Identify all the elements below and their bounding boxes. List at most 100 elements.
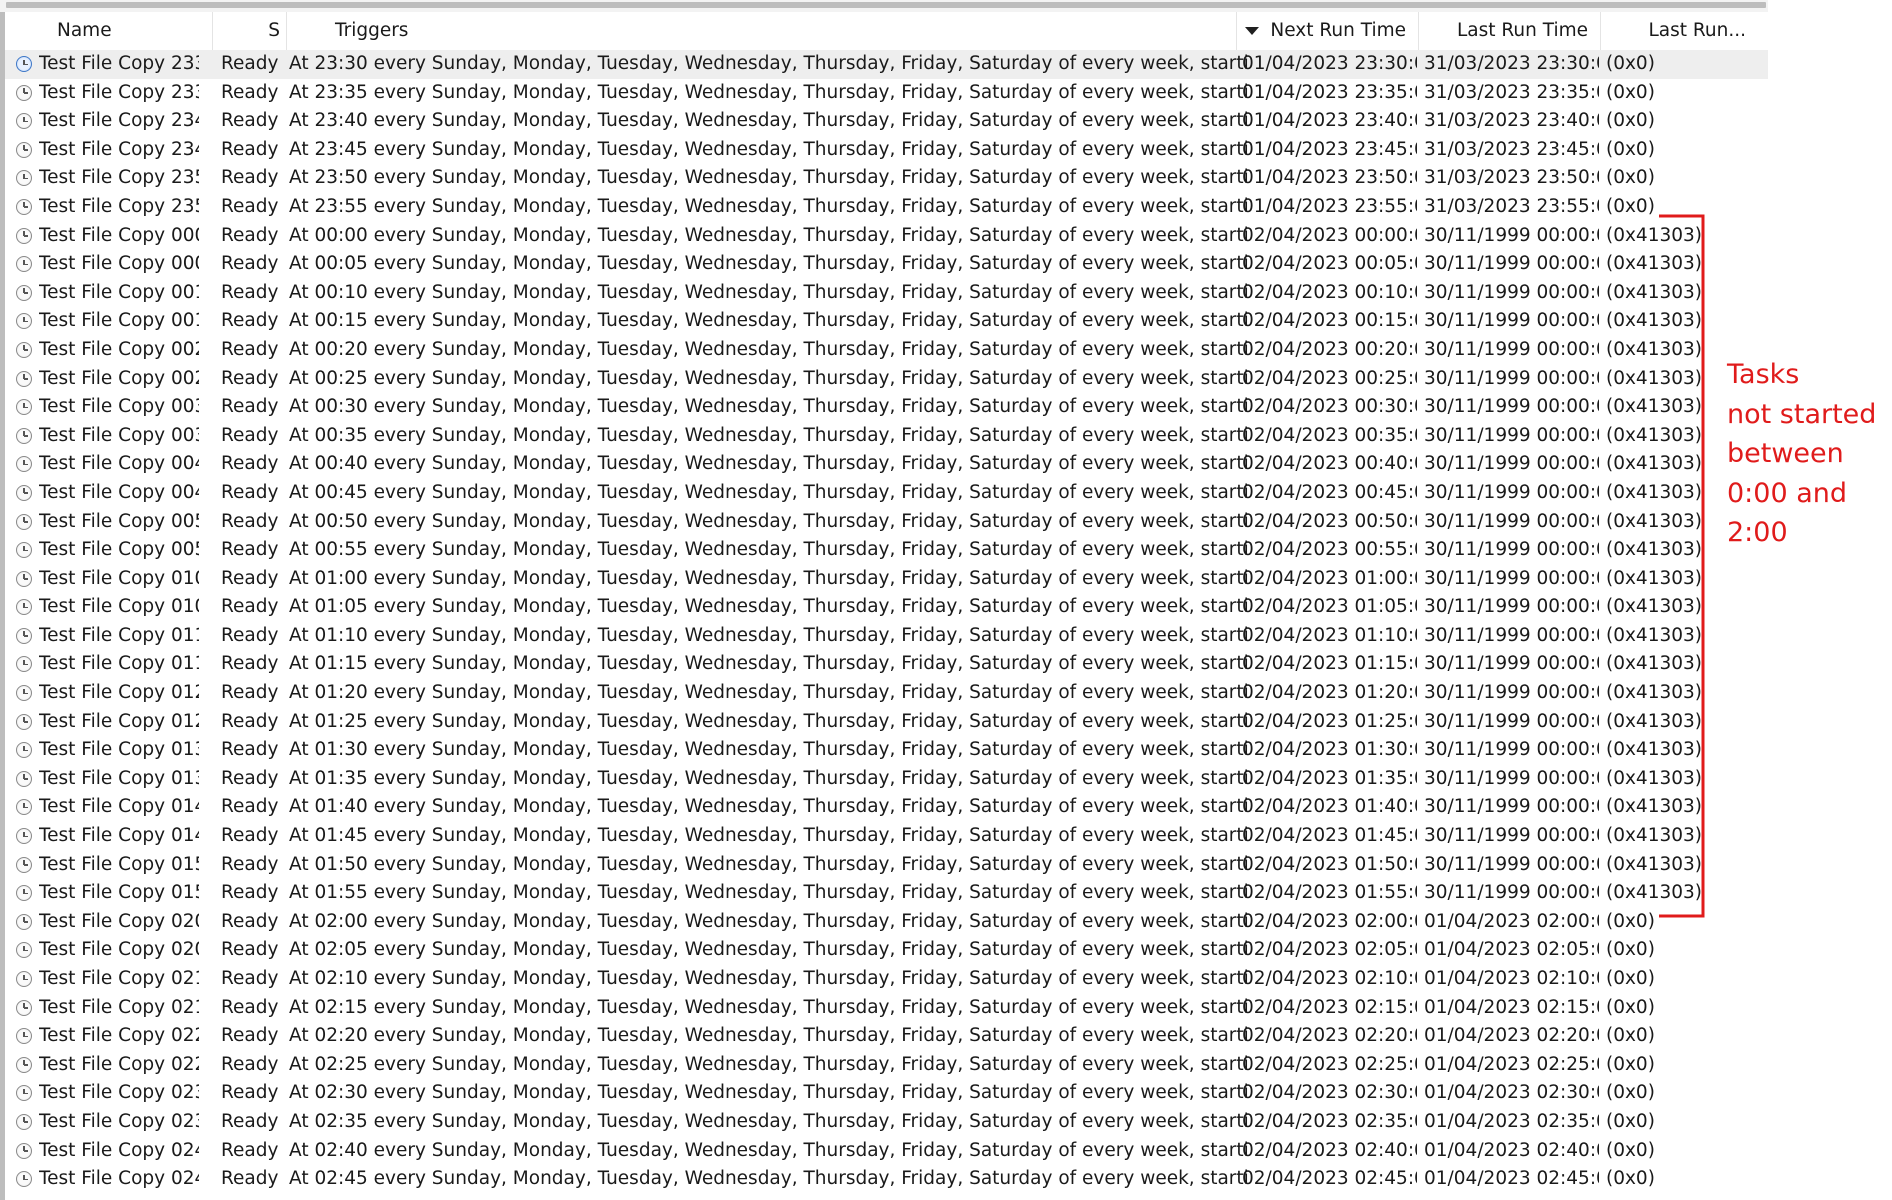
clock-icon (16, 141, 32, 158)
column-header-last-run-label: Last Run Time (1456, 20, 1588, 41)
task-next-run-time: 01/04/2023 23:30:00 (1242, 53, 1417, 74)
clock-icon (16, 227, 32, 244)
task-next-run-time: 02/04/2023 02:45:00 (1242, 1168, 1417, 1190)
task-name: Test File Copy 2340 (39, 110, 199, 132)
task-name: Test File Copy 2330 (39, 53, 199, 74)
table-row[interactable]: Test File Copy 0240 Ready At 02:40 every S… (5, 1137, 1768, 1166)
column-header-last-result-label: Last Run... (1648, 20, 1746, 41)
table-row[interactable]: Test File Copy 0155 Ready At 01:55 every S… (5, 879, 1768, 908)
table-row[interactable]: Test File Copy 0015 Ready At 00:15 every S… (5, 307, 1768, 336)
clock-icon (16, 1142, 32, 1159)
task-next-run-time: 01/04/2023 23:40:00 (1242, 110, 1417, 132)
task-name: Test File Copy 0030 (39, 396, 199, 418)
table-row[interactable]: Test File Copy 0020 Ready At 00:20 every S… (5, 336, 1768, 365)
table-row[interactable]: Test File Copy 0110 Ready At 01:10 every S… (5, 622, 1768, 651)
task-trigger: At 00:35 every Sunday, Monday, Tuesday, … (289, 424, 1249, 446)
task-status: Ready (221, 110, 279, 132)
table-row[interactable]: Test File Copy 0055 Ready At 00:55 every S… (5, 536, 1768, 565)
table-row[interactable]: Test File Copy 0125 Ready At 01:25 every S… (5, 708, 1768, 737)
task-trigger: At 00:15 every Sunday, Monday, Tuesday, … (289, 310, 1249, 332)
table-row[interactable]: Test File Copy 0130 Ready At 01:30 every S… (5, 736, 1768, 765)
task-name: Test File Copy 0240 (39, 1139, 199, 1161)
task-trigger: At 00:50 every Sunday, Monday, Tuesday, … (289, 510, 1249, 532)
table-row[interactable]: Test File Copy 0215 Ready At 02:15 every S… (5, 994, 1768, 1023)
clock-icon (16, 513, 32, 530)
task-clock-icon (14, 450, 36, 479)
table-row[interactable]: Test File Copy 0225 Ready At 02:25 every S… (5, 1051, 1768, 1080)
table-row[interactable]: Test File Copy 0030 Ready At 00:30 every S… (5, 393, 1768, 422)
table-row[interactable]: Test File Copy 0205 Ready At 02:05 every S… (5, 936, 1768, 965)
table-row[interactable]: Test File Copy 0200 Ready At 02:00 every S… (5, 908, 1768, 937)
table-row[interactable]: Test File Copy 2330 Ready At 23:30 every S… (5, 50, 1768, 79)
table-row[interactable]: Test File Copy 0245 Ready At 02:45 every S… (5, 1165, 1768, 1194)
table-row[interactable]: Test File Copy 2350 Ready At 23:50 every S… (5, 164, 1768, 193)
column-header-last-run-time[interactable]: Last Run Time (1419, 12, 1601, 50)
clock-icon (16, 256, 32, 273)
clock-icon (16, 971, 32, 987)
clock-icon (16, 913, 32, 930)
table-row[interactable]: Test File Copy 0140 Ready At 01:40 every S… (5, 793, 1768, 822)
task-trigger: At 00:05 every Sunday, Monday, Tuesday, … (289, 253, 1249, 275)
table-row[interactable]: Test File Copy 0145 Ready At 01:45 every S… (5, 822, 1768, 851)
table-row[interactable]: Test File Copy 0120 Ready At 01:20 every S… (5, 679, 1768, 708)
task-next-run-time: 02/04/2023 01:00:00 (1242, 567, 1417, 589)
table-row[interactable]: Test File Copy 0050 Ready At 00:50 every S… (5, 508, 1768, 537)
table-row[interactable]: Test File Copy 0010 Ready At 00:10 every S… (5, 279, 1768, 308)
task-name: Test File Copy 0055 (39, 539, 199, 561)
task-next-run-time: 02/04/2023 00:40:00 (1242, 453, 1417, 475)
column-header-last-run-result[interactable]: Last Run... (1601, 12, 1768, 50)
task-last-run-time: 30/11/1999 00:00:00 (1424, 739, 1599, 761)
table-row[interactable]: Test File Copy 0040 Ready At 00:40 every S… (5, 450, 1768, 479)
column-header-name[interactable]: Name (5, 12, 213, 50)
task-name: Test File Copy 0025 (39, 367, 199, 389)
task-next-run-time: 01/04/2023 23:50:00 (1242, 167, 1417, 189)
task-last-run-time: 30/11/1999 00:00:00 (1424, 653, 1599, 675)
table-row[interactable]: Test File Copy 0025 Ready At 00:25 every S… (5, 365, 1768, 394)
table-row[interactable]: Test File Copy 2340 Ready At 23:40 every S… (5, 107, 1768, 136)
clock-icon (16, 599, 32, 616)
table-row[interactable]: Test File Copy 0045 Ready At 00:45 every S… (5, 479, 1768, 508)
task-status: Ready (221, 367, 279, 389)
annotation-bracket (1659, 214, 1705, 918)
task-name: Test File Copy 0005 (39, 253, 199, 275)
task-clock-icon (14, 164, 36, 193)
clock-icon (16, 856, 32, 873)
table-row[interactable]: Test File Copy 0135 Ready At 01:35 every S… (5, 765, 1768, 794)
table-row[interactable]: Test File Copy 0005 Ready At 00:05 every S… (5, 250, 1768, 279)
task-name: Test File Copy 0120 (39, 682, 199, 704)
task-next-run-time: 02/04/2023 01:05:00 (1242, 596, 1417, 618)
scrollbar-thumb[interactable] (6, 2, 1766, 8)
task-next-run-time: 02/04/2023 00:00:00 (1242, 224, 1417, 246)
column-header-bar: Name S Triggers Next Run Time Last Run T… (5, 12, 1768, 51)
column-header-next-run-time[interactable]: Next Run Time (1237, 12, 1419, 50)
column-header-triggers[interactable]: Triggers (287, 12, 1237, 50)
task-clock-icon (14, 336, 36, 365)
table-row[interactable]: Test File Copy 0000 Ready At 00:00 every S… (5, 222, 1768, 251)
table-row[interactable]: Test File Copy 0115 Ready At 01:15 every S… (5, 650, 1768, 679)
task-next-run-time: 02/04/2023 01:10:00 (1242, 624, 1417, 646)
column-header-status[interactable]: S (213, 12, 287, 50)
task-next-run-time: 02/04/2023 02:10:00 (1242, 968, 1417, 989)
task-trigger: At 02:20 every Sunday, Monday, Tuesday, … (289, 1025, 1249, 1047)
task-last-run-result: (0x0) (1606, 939, 1655, 961)
table-row[interactable]: Test File Copy 0220 Ready At 02:20 every S… (5, 1022, 1768, 1051)
task-trigger: At 01:05 every Sunday, Monday, Tuesday, … (289, 596, 1249, 618)
task-last-run-result: (0x0) (1606, 996, 1655, 1018)
table-row[interactable]: Test File Copy 0105 Ready At 01:05 every S… (5, 593, 1768, 622)
table-row[interactable]: Test File Copy 0035 Ready At 00:35 every S… (5, 422, 1768, 451)
table-row[interactable]: Test File Copy 2355 Ready At 23:55 every S… (5, 193, 1768, 222)
task-next-run-time: 02/04/2023 00:25:00 (1242, 367, 1417, 389)
task-trigger: At 23:55 every Sunday, Monday, Tuesday, … (289, 195, 1249, 217)
table-row[interactable]: Test File Copy 0235 Ready At 02:35 every S… (5, 1108, 1768, 1137)
clock-icon (16, 1085, 32, 1102)
table-row[interactable]: Test File Copy 0210 Ready At 02:10 every S… (5, 965, 1768, 994)
table-row[interactable]: Test File Copy 0150 Ready At 01:50 every S… (5, 851, 1768, 880)
task-status: Ready (221, 739, 279, 761)
table-row[interactable]: Test File Copy 0230 Ready At 02:30 every S… (5, 1079, 1768, 1108)
clock-icon (16, 370, 32, 387)
task-status: Ready (221, 195, 279, 217)
task-trigger: At 23:30 every Sunday, Monday, Tuesday, … (289, 53, 1249, 74)
table-row[interactable]: Test File Copy 2335 Ready At 23:35 every S… (5, 79, 1768, 108)
table-row[interactable]: Test File Copy 0100 Ready At 01:00 every S… (5, 565, 1768, 594)
table-row[interactable]: Test File Copy 2345 Ready At 23:45 every S… (5, 136, 1768, 165)
